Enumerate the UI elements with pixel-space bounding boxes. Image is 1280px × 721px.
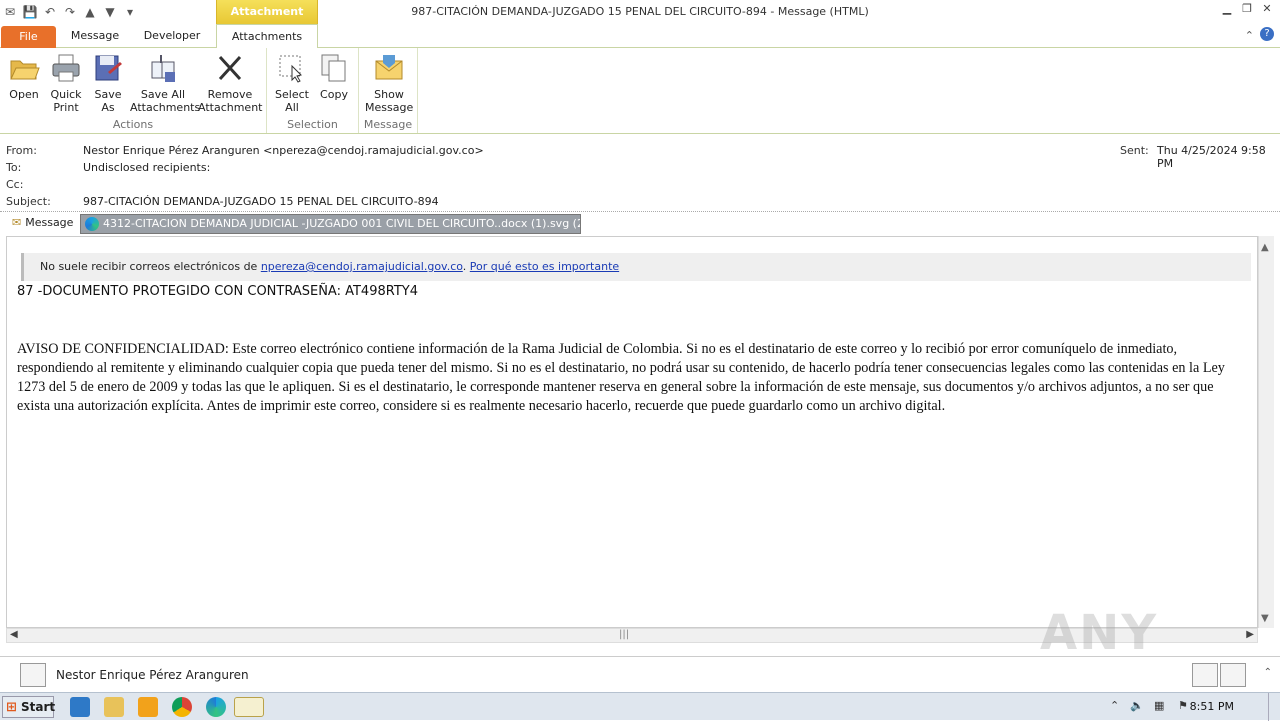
tray-chevron-icon[interactable]: ⌃: [1110, 699, 1119, 712]
ribbon-tabs: File Message Developer Attachments ⌃ ?: [0, 24, 1280, 49]
title-bar: ✉ 💾 ↶ ↷ ▲ ▼ ▾ Attachment Tools 987-CITAC…: [0, 0, 1280, 42]
start-button[interactable]: ⊞ Start: [2, 696, 55, 718]
edge-icon[interactable]: [206, 697, 226, 717]
collapse-ribbon-icon[interactable]: ⌃: [1245, 29, 1254, 42]
save-as-button[interactable]: Save As: [90, 52, 126, 114]
restore-icon[interactable]: ❐: [1240, 2, 1254, 16]
to-value: Undisclosed recipients:: [83, 161, 211, 174]
clock[interactable]: 8:51 PM: [1190, 700, 1234, 713]
sent-label: Sent:: [1120, 144, 1149, 157]
tab-developer[interactable]: Developer: [136, 24, 208, 48]
attachment-bar: ✉ Message 4312-CITACION DEMANDA JUDICIAL…: [0, 211, 1280, 235]
context-tab-attachment-tools: Attachment Tools: [216, 0, 318, 42]
attachment-item[interactable]: 4312-CITACION DEMANDA JUDICIAL -JUZGADO …: [80, 214, 581, 234]
scroll-up-icon[interactable]: ▲: [1261, 242, 1269, 253]
taskbar: ⊞ Start ⌃ 🔈 ▦ ⚑ 8:51 PM: [0, 692, 1280, 721]
close-icon[interactable]: ✕: [1260, 2, 1274, 16]
message-body: No suele recibir correos electrónicos de…: [6, 236, 1258, 628]
expand-people-pane-icon[interactable]: ⌃: [1264, 667, 1272, 678]
vertical-scrollbar[interactable]: ▲ ▼: [1258, 236, 1274, 628]
remove-x-icon: [218, 55, 242, 81]
sent-value: Thu 4/25/2024 9:58 PM: [1157, 144, 1266, 170]
folder-open-icon: [10, 60, 40, 80]
group-selection: Select All Copy Selection: [267, 48, 359, 133]
ie-icon[interactable]: [70, 697, 90, 717]
people-pane: Nestor Enrique Pérez Aranguren ⌃: [0, 656, 1280, 692]
save-all-attachments-button[interactable]: Save All Attachments: [130, 52, 200, 114]
why-important-link[interactable]: Por qué esto es importante: [470, 260, 619, 273]
envelope-small-icon: ✉: [12, 216, 22, 229]
edge-browser-icon: [85, 217, 99, 231]
select-all-button[interactable]: Select All: [273, 52, 311, 114]
quick-print-button[interactable]: Quick Print: [46, 52, 86, 114]
flag-icon[interactable]: ⚑: [1178, 699, 1188, 712]
message-header: From: Nestor Enrique Pérez Aranguren <np…: [0, 134, 1280, 212]
windows-logo-icon: ⊞: [6, 700, 17, 715]
subject-value: 987-CITACIÓN DEMANDA-JUZGADO 15 PENAL DE…: [83, 195, 439, 208]
contact-icon[interactable]: [1192, 663, 1218, 687]
select-all-icon: [279, 55, 302, 83]
group-actions: Open Quick Print Save As Save All Attachmen…: [0, 48, 267, 133]
contacts-group-icon[interactable]: [1220, 663, 1246, 687]
people-pane-name[interactable]: Nestor Enrique Pérez Aranguren: [56, 668, 249, 682]
quick-access-toolbar: ✉ 💾 ↶ ↷ ▲ ▼ ▾: [2, 3, 138, 21]
help-icon[interactable]: ?: [1260, 27, 1274, 41]
cc-label: Cc:: [6, 178, 24, 191]
save-as-icon: [95, 55, 122, 81]
tab-message[interactable]: Message: [62, 24, 128, 48]
avatar[interactable]: [20, 663, 46, 687]
remove-attachment-button[interactable]: Remove Attachment: [198, 52, 263, 114]
group-message: Show Message Message: [359, 48, 418, 133]
explorer-icon[interactable]: [104, 697, 124, 717]
tab-file[interactable]: File: [1, 26, 56, 48]
speaker-icon[interactable]: 🔈: [1130, 699, 1144, 712]
group-label-actions: Actions: [112, 118, 154, 131]
external-sender-banner: No suele recibir correos electrónicos de…: [21, 253, 1251, 281]
ribbon: Open Quick Print Save As Save All Attachmen…: [0, 48, 1280, 134]
redo-icon[interactable]: ↷: [62, 4, 78, 20]
minimize-icon[interactable]: ▁: [1220, 2, 1234, 16]
show-message-button[interactable]: Show Message: [365, 52, 413, 114]
banner-email-link[interactable]: npereza@cendoj.ramajudicial.gov.co: [261, 260, 463, 273]
password-line: 87 -DOCUMENTO PROTEGIDO CON CONTRASEÑA: …: [17, 284, 418, 299]
envelope-icon: [375, 55, 403, 80]
window-controls: ▁ ❐ ✕: [1220, 2, 1274, 16]
subject-label: Subject:: [6, 195, 51, 208]
outlook-taskbar-icon[interactable]: [234, 697, 264, 717]
customize-qat-icon[interactable]: ▾: [122, 4, 138, 20]
to-label: To:: [6, 161, 22, 174]
save-icon[interactable]: 💾: [22, 4, 38, 20]
copy-button[interactable]: Copy: [315, 52, 353, 101]
message-view-tab[interactable]: ✉ Message: [12, 216, 73, 229]
tab-attachments[interactable]: Attachments: [216, 24, 318, 49]
group-label-selection: Selection: [287, 118, 338, 131]
scroll-left-icon[interactable]: ◀: [10, 629, 18, 640]
scroll-thumb-grip[interactable]: |||: [619, 629, 629, 640]
printer-icon: [52, 54, 80, 82]
copy-icon: [321, 54, 346, 82]
group-label-message: Message: [363, 118, 413, 131]
confidentiality-notice: AVISO DE CONFIDENCIALIDAD: Este correo e…: [17, 341, 1225, 414]
open-button[interactable]: Open: [6, 52, 42, 101]
undo-icon[interactable]: ↶: [42, 4, 58, 20]
window-title: 987-CITACIÓN DEMANDA-JUZGADO 15 PENAL DE…: [411, 5, 869, 18]
network-icon[interactable]: ▦: [1154, 699, 1164, 712]
save-all-icon: [151, 55, 175, 82]
up-arrow-icon[interactable]: ▲: [82, 4, 98, 20]
show-desktop-button[interactable]: [1268, 693, 1280, 721]
from-label: From:: [6, 144, 37, 157]
down-arrow-icon[interactable]: ▼: [102, 4, 118, 20]
media-player-icon[interactable]: [138, 697, 158, 717]
chrome-icon[interactable]: [172, 697, 192, 717]
from-value[interactable]: Nestor Enrique Pérez Aranguren <npereza@…: [83, 144, 484, 157]
outlook-icon: ✉: [4, 5, 16, 19]
